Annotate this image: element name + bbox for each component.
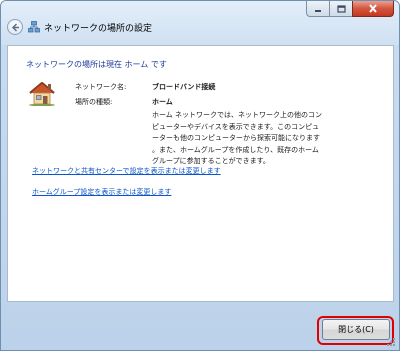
minimize-icon xyxy=(315,9,321,12)
description-line: ーターも他のコンピューターから探索可能になります xyxy=(152,134,320,142)
location-type-value: ホーム xyxy=(152,98,173,106)
close-window-button[interactable] xyxy=(352,1,394,17)
network-icon xyxy=(28,21,40,33)
title-bar: ネットワークの場所の設定 xyxy=(1,1,399,45)
network-name-value: ブロードバンド接続 xyxy=(152,83,216,91)
description-line: 。また、ホームグループを作成したり、既存のホーム xyxy=(152,145,319,154)
maximize-button[interactable] xyxy=(329,1,352,17)
window-title: ネットワークの場所の設定 xyxy=(44,24,153,34)
home-icon xyxy=(29,81,55,106)
network-name-label: ネットワーク名: xyxy=(75,83,127,91)
back-arrow-icon xyxy=(11,23,19,32)
page-heading: ネットワークの場所は現在 ホーム です xyxy=(26,60,167,69)
resize-grip-icon[interactable] xyxy=(387,338,396,347)
close-icon xyxy=(369,4,377,13)
dialog-window: ネットワークの場所の設定 ネットワークの場所は現在 ホーム です ネットワーク名… xyxy=(0,0,400,351)
maximize-icon xyxy=(336,4,346,13)
location-description: ホーム ネットワークでは、ネットワーク上の他のコン ピューターやデバイスを表示で… xyxy=(152,110,382,168)
description-line: ホーム ネットワークでは、ネットワーク上の他のコン xyxy=(152,111,323,119)
location-type-label: 場所の種類: xyxy=(75,98,113,106)
homegroup-settings-link[interactable]: ホームグループ設定を表示または変更します xyxy=(32,187,171,197)
content-panel: ネットワークの場所は現在 ホーム です ネットワーク名: ブロードバンド接続 場… xyxy=(7,45,394,302)
description-line: ピューターやデバイスを表示できます。このコンピュ xyxy=(152,122,320,131)
close-button[interactable]: 閉じる(C) xyxy=(322,319,390,340)
minimize-button[interactable] xyxy=(306,1,329,17)
close-button-label: 閉じる(C) xyxy=(338,325,374,334)
back-button[interactable] xyxy=(7,19,23,35)
network-center-link[interactable]: ネットワークと共有センターで設定を表示または変更します xyxy=(32,166,221,176)
caption-buttons xyxy=(306,1,394,17)
